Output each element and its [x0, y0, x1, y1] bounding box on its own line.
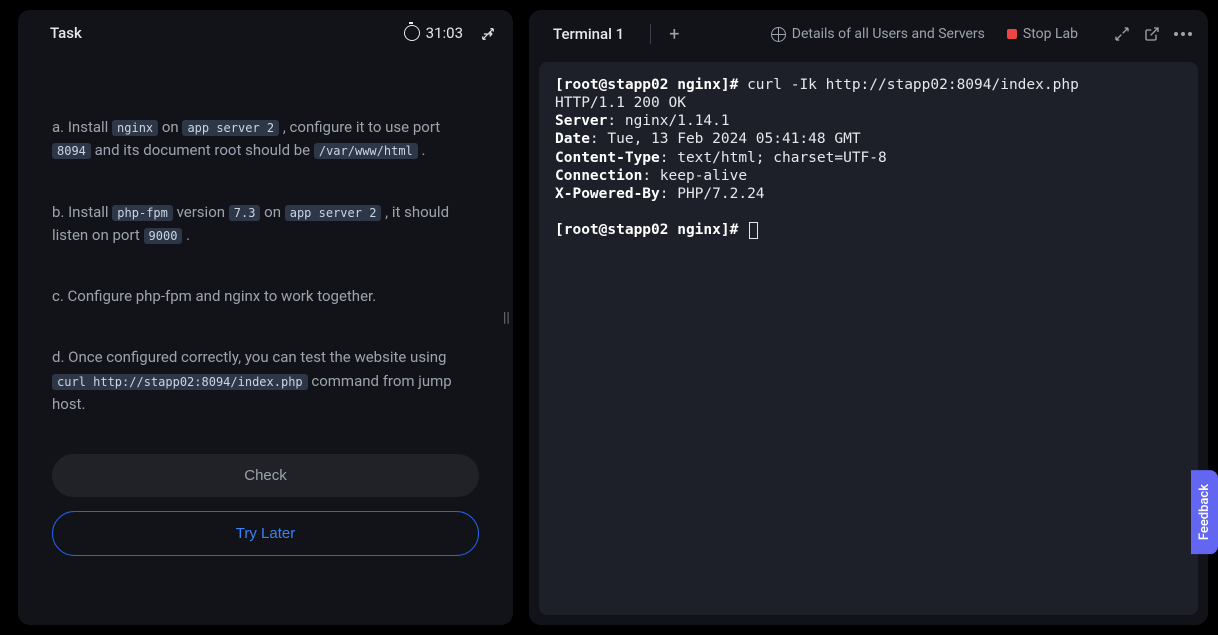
stop-lab-button[interactable]: Stop Lab [1007, 26, 1078, 42]
timer-value: 31:03 [426, 24, 463, 42]
feedback-tab[interactable]: Feedback [1191, 470, 1218, 554]
check-button[interactable]: Check [52, 454, 479, 497]
instruction-c: c. Configure php-fpm and nginx to work t… [52, 285, 479, 308]
task-header-actions: 31:03 [404, 24, 495, 42]
command-text: curl -Ik http://stapp02:8094/index.php [747, 77, 1079, 93]
code-app-server-2: app server 2 [182, 120, 279, 136]
globe-icon [771, 27, 786, 42]
prompt: [root@stapp02 nginx]# [555, 222, 747, 238]
tab-divider [650, 24, 651, 44]
task-instructions[interactable]: a. Install nginx on app server 2 , confi… [18, 56, 513, 625]
task-tab[interactable]: Task [50, 24, 82, 42]
code-docroot: /var/www/html [314, 143, 418, 159]
try-later-button[interactable]: Try Later [52, 511, 479, 556]
code-port-9000: 9000 [144, 228, 183, 244]
terminal-panel: Terminal 1 + Details of all Users and Se… [529, 10, 1208, 625]
task-header: Task 31:03 [18, 10, 513, 56]
task-buttons: Check Try Later [52, 454, 479, 566]
timer: 31:03 [404, 24, 463, 42]
add-terminal-button[interactable]: + [663, 22, 685, 47]
details-label: Details of all Users and Servers [792, 26, 985, 42]
code-php-fpm: php-fpm [112, 205, 173, 221]
more-options-icon[interactable] [1174, 32, 1192, 36]
code-port-8094: 8094 [52, 143, 91, 159]
expand-icon[interactable] [481, 26, 495, 40]
instruction-a: a. Install nginx on app server 2 , confi… [52, 116, 479, 163]
fullscreen-icon[interactable] [1114, 26, 1130, 42]
stop-icon [1007, 29, 1017, 39]
code-curl-cmd: curl http://stapp02:8094/index.php [52, 374, 308, 390]
stopwatch-icon [404, 25, 420, 41]
instruction-d: d. Once configured correctly, you can te… [52, 346, 479, 416]
code-nginx: nginx [112, 120, 158, 136]
code-app-server-2b: app server 2 [285, 205, 382, 221]
terminal-output[interactable]: [root@stapp02 nginx]# curl -Ik http://st… [539, 62, 1198, 615]
prompt: [root@stapp02 nginx]# [555, 77, 747, 93]
instruction-b: b. Install php-fpm version 7.3 on app se… [52, 201, 479, 248]
terminal-tab[interactable]: Terminal 1 [545, 20, 638, 48]
panel-resize-handle[interactable]: || [503, 310, 510, 326]
http-status: HTTP/1.1 200 OK [555, 95, 686, 111]
task-panel: Task 31:03 a. Install nginx on app serve… [18, 10, 513, 625]
cursor-icon [749, 222, 758, 239]
details-link[interactable]: Details of all Users and Servers [771, 26, 985, 42]
terminal-content: [root@stapp02 nginx]# curl -Ik http://st… [555, 76, 1182, 239]
stop-lab-label: Stop Lab [1023, 26, 1078, 42]
code-version-73: 7.3 [229, 205, 261, 221]
external-link-icon[interactable] [1144, 26, 1160, 42]
terminal-header: Terminal 1 + Details of all Users and Se… [529, 10, 1208, 58]
